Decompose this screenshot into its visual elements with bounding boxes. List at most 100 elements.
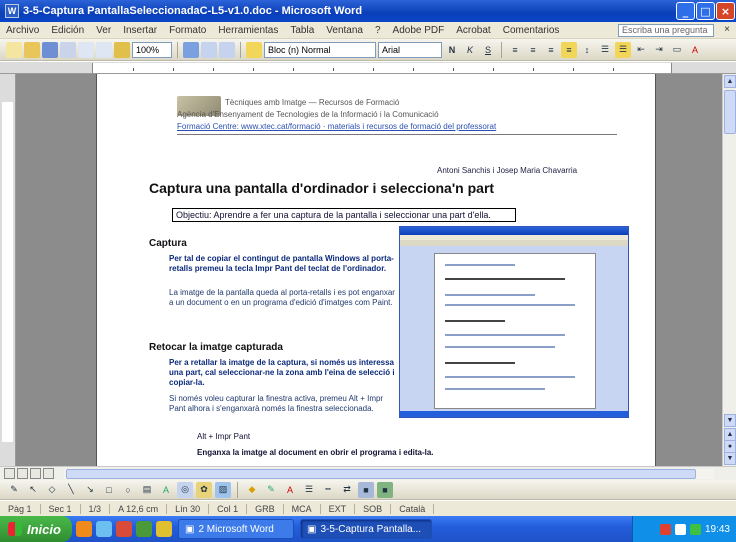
word-app-icon[interactable]: W — [5, 4, 19, 18]
normal-view-icon[interactable] — [4, 468, 15, 479]
document-canvas[interactable]: Tècniques amb Imatge — Recursos de Forma… — [16, 74, 722, 466]
tray-security-icon[interactable] — [659, 523, 671, 535]
draw-font-color-icon[interactable]: A — [282, 482, 298, 498]
email-icon[interactable] — [78, 41, 94, 58]
quicklaunch-browser-icon[interactable] — [76, 521, 92, 537]
vertical-scrollbar[interactable]: ▲ ▼ ▲ ● ▼ — [722, 74, 736, 466]
draw-menu-icon[interactable]: ✎ — [6, 482, 22, 498]
status-ovr[interactable]: SOB — [355, 503, 392, 514]
web-view-icon[interactable] — [17, 468, 28, 479]
print-icon[interactable] — [96, 41, 112, 58]
numbering-icon[interactable]: ☰ — [597, 42, 613, 58]
text-box-icon[interactable]: ▤ — [139, 482, 155, 498]
horizontal-scroll-thumb[interactable] — [66, 469, 696, 479]
title-bar[interactable]: W 3-5-Captura PantallaSeleccionadaC-L5-v… — [0, 0, 736, 22]
shadow-icon[interactable]: ■ — [358, 481, 374, 498]
borders-icon[interactable]: ▭ — [669, 42, 685, 58]
autoshapes-icon[interactable]: ◇ — [44, 482, 60, 498]
line-style-icon[interactable]: ☰ — [301, 482, 317, 498]
quicklaunch-app-icon[interactable] — [156, 521, 172, 537]
permission-icon[interactable] — [60, 41, 76, 58]
menu-help[interactable]: ? — [369, 25, 387, 36]
menu-acrobat[interactable]: Acrobat — [450, 25, 496, 36]
styles-icon[interactable] — [246, 41, 262, 58]
maximize-button[interactable]: □ — [696, 2, 715, 20]
reading-layout-icon[interactable] — [201, 41, 217, 58]
header-line-3[interactable]: Formació Centre: www.xtec.cat/formació ·… — [177, 122, 496, 131]
oval-icon[interactable]: ○ — [120, 482, 136, 498]
select-objects-icon[interactable]: ↖ — [25, 482, 41, 498]
document-close-icon[interactable]: × — [724, 24, 730, 35]
align-left-icon[interactable]: ≡ — [507, 42, 523, 58]
horizontal-scrollbar[interactable] — [0, 466, 736, 480]
table-icon[interactable] — [219, 41, 235, 58]
screenshot-image[interactable] — [399, 226, 629, 418]
help-icon[interactable] — [183, 41, 199, 58]
decrease-indent-icon[interactable]: ⇤ — [633, 42, 649, 58]
menu-insert[interactable]: Insertar — [117, 25, 163, 36]
increase-indent-icon[interactable]: ⇥ — [651, 42, 667, 58]
status-rec[interactable]: GRB — [247, 503, 284, 514]
menu-format[interactable]: Formato — [163, 25, 212, 36]
rectangle-icon[interactable]: □ — [101, 482, 117, 498]
help-search-input[interactable]: Escriba una pregunta — [618, 24, 714, 37]
arrow-style-icon[interactable]: ⇄ — [339, 482, 355, 498]
minimize-button[interactable]: _ — [676, 2, 695, 20]
tray-network-icon[interactable] — [674, 523, 686, 535]
status-ext[interactable]: EXT — [321, 503, 356, 514]
justify-icon[interactable]: ≡ — [561, 41, 577, 58]
zoom-select[interactable]: 100% — [132, 41, 172, 58]
italic-icon[interactable]: K — [462, 42, 478, 58]
tray-volume-icon[interactable] — [689, 523, 701, 535]
open-folder-icon[interactable] — [24, 41, 40, 58]
vertical-ruler[interactable] — [0, 74, 16, 466]
close-button[interactable]: × — [716, 2, 735, 20]
document-page[interactable]: Tècniques amb Imatge — Recursos de Forma… — [96, 74, 656, 466]
line-color-icon[interactable]: ✎ — [263, 482, 279, 498]
align-center-icon[interactable]: ≡ — [525, 42, 541, 58]
menu-comments[interactable]: Comentarios — [497, 25, 566, 36]
new-document-icon[interactable] — [6, 41, 22, 58]
print-preview-icon[interactable] — [114, 41, 130, 58]
line-spacing-icon[interactable]: ↕ — [579, 42, 595, 58]
horizontal-ruler[interactable] — [0, 62, 736, 74]
menu-table[interactable]: Tabla — [284, 25, 320, 36]
next-page-icon[interactable]: ▼ — [724, 452, 736, 465]
menu-adobe-pdf[interactable]: Adobe PDF — [387, 25, 451, 36]
status-mark[interactable]: MCA — [284, 503, 321, 514]
start-button[interactable]: Inicio — [0, 516, 72, 542]
taskbar-button-document[interactable]: ▣ 3-5-Captura Pantalla... — [300, 519, 432, 539]
quicklaunch-media-icon[interactable] — [116, 521, 132, 537]
underline-icon[interactable]: S — [480, 42, 496, 58]
bullets-icon[interactable]: ☰ — [615, 41, 631, 58]
line-icon[interactable]: ╲ — [63, 482, 79, 498]
menu-file[interactable]: Archivo — [0, 25, 45, 36]
save-icon[interactable] — [42, 41, 58, 58]
scroll-up-icon[interactable]: ▲ — [724, 75, 736, 88]
menu-view[interactable]: Ver — [90, 25, 117, 36]
outline-view-icon[interactable] — [43, 468, 54, 479]
bold-icon[interactable]: N — [444, 42, 460, 58]
menu-window[interactable]: Ventana — [320, 25, 369, 36]
vertical-scroll-thumb[interactable] — [724, 90, 736, 134]
print-view-icon[interactable] — [30, 468, 41, 479]
menu-tools[interactable]: Herramientas — [212, 25, 284, 36]
align-right-icon[interactable]: ≡ — [543, 42, 559, 58]
insert-picture-icon[interactable]: ▨ — [215, 481, 231, 498]
clip-art-icon[interactable]: ✿ — [196, 481, 212, 498]
quicklaunch-desktop-icon[interactable] — [136, 521, 152, 537]
taskbar-button-word[interactable]: ▣ 2 Microsoft Word — [178, 519, 294, 539]
dash-style-icon[interactable]: ┅ — [320, 482, 336, 498]
font-color-icon[interactable]: A — [687, 42, 703, 58]
style-select[interactable]: Bloc (n) Normal — [264, 41, 376, 58]
font-select[interactable]: Arial — [378, 41, 442, 58]
diagram-icon[interactable]: ◎ — [177, 481, 193, 498]
wordart-icon[interactable]: A — [158, 482, 174, 498]
tray-clock[interactable]: 19:43 — [705, 524, 730, 535]
3d-icon[interactable]: ■ — [377, 481, 393, 498]
menu-edit[interactable]: Edición — [45, 25, 90, 36]
arrow-icon[interactable]: ↘ — [82, 482, 98, 498]
scroll-down-icon[interactable]: ▼ — [724, 414, 736, 427]
quicklaunch-explorer-icon[interactable] — [96, 521, 112, 537]
fill-color-icon[interactable]: ◆ — [244, 482, 260, 498]
